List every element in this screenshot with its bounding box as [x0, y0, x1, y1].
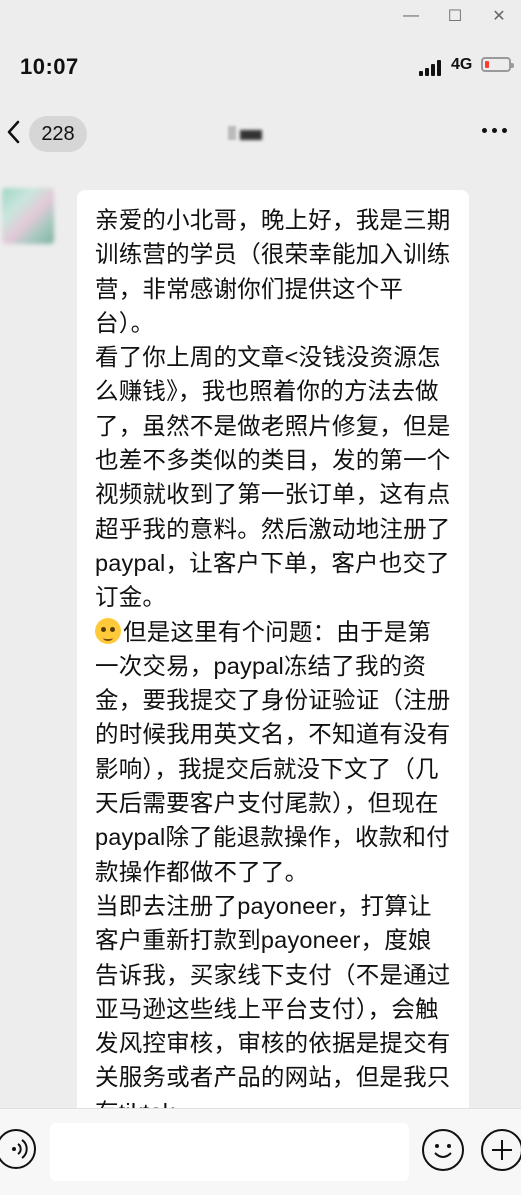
redacted-mark — [240, 130, 262, 140]
status-bar: 10:07 4G — [0, 46, 521, 90]
network-type: 4G — [451, 56, 473, 73]
avatar[interactable] — [2, 188, 54, 244]
close-button[interactable]: ✕ — [477, 0, 521, 32]
plus-sign-icon — [492, 1140, 512, 1160]
message-text-part2: 但是这里有个问题：由于是第一次交易，paypal冻结了我的资金，要我提交了身份证… — [95, 618, 451, 1125]
status-time: 10:07 — [20, 54, 79, 79]
message-input[interactable] — [50, 1123, 409, 1181]
chevron-left-icon[interactable] — [4, 116, 24, 148]
more-options-icon[interactable] — [482, 128, 507, 133]
input-bar — [0, 1108, 521, 1195]
smiley-face-icon — [434, 1144, 452, 1158]
signal-icon — [419, 60, 441, 76]
voice-waves-icon — [12, 1139, 28, 1159]
maximize-button[interactable]: ☐ — [433, 0, 477, 32]
window-controls: — ☐ ✕ — [389, 0, 521, 32]
redacted-mark — [228, 126, 236, 140]
chat-header: 228 — [0, 104, 521, 160]
message-text: 亲爱的小北哥，晚上好，我是三期训练营的学员（很荣幸能加入训练营，非常感谢你们提供… — [95, 203, 451, 1129]
unread-count-badge[interactable]: 228 — [29, 116, 87, 152]
message-bubble: 亲爱的小北哥，晚上好，我是三期训练营的学员（很荣幸能加入训练营，非常感谢你们提供… — [77, 190, 469, 1130]
minimize-button[interactable]: — — [389, 0, 433, 32]
message-text-part1: 亲爱的小北哥，晚上好，我是三期训练营的学员（很荣幸能加入训练营，非常感谢你们提供… — [95, 207, 451, 611]
battery-icon — [481, 57, 514, 72]
battery-level — [485, 61, 489, 68]
voice-icon[interactable] — [0, 1129, 36, 1169]
chat-title-redacted — [228, 126, 262, 140]
smiley-icon[interactable] — [422, 1129, 464, 1171]
flushed-face-emoji-icon — [95, 617, 121, 644]
plus-icon[interactable] — [481, 1129, 521, 1171]
